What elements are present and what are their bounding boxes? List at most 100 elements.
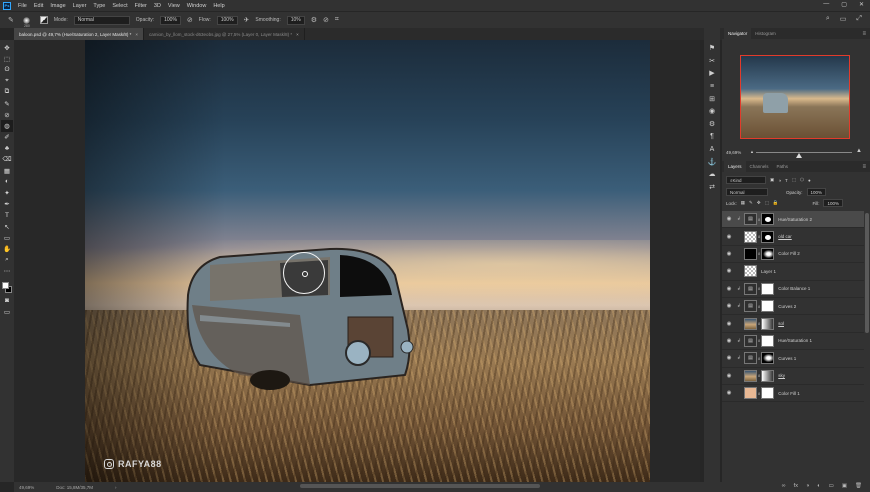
swatches-panel-icon[interactable]: ⊞ [709, 92, 715, 105]
mask-link-icon[interactable]: 8 [758, 251, 760, 256]
visibility-eye-icon[interactable]: ◉ [722, 303, 736, 309]
flow-field[interactable]: 100% [216, 15, 238, 25]
menu-help[interactable]: Help [213, 3, 224, 9]
navigator-thumbnail[interactable] [740, 55, 850, 139]
new-group-icon[interactable]: ▭ [829, 483, 834, 489]
menu-3d[interactable]: 3D [154, 3, 161, 9]
layer-thumbnail[interactable] [744, 265, 757, 278]
airbrush-icon[interactable]: ✈ [244, 16, 250, 24]
layer-filter-select[interactable]: ⌕ Kind [726, 176, 766, 184]
tab-paths[interactable]: Paths [773, 161, 793, 172]
smoothing-options-gear-icon[interactable]: ⚙ [311, 16, 317, 24]
filter-shape-icon[interactable]: ⬚ [792, 177, 796, 183]
dodge-tool-icon[interactable]: ✦ [1, 187, 13, 198]
menu-select[interactable]: Select [112, 3, 127, 9]
layer-thumbnail[interactable] [744, 230, 757, 243]
opacity-field[interactable]: 100% [160, 15, 181, 25]
hand-tool-icon[interactable]: ✋ [1, 243, 13, 254]
panel-menu-icon[interactable]: ≡ [862, 31, 866, 37]
mask-link-icon[interactable]: 8 [758, 286, 760, 291]
tab-baloon-psd[interactable]: baloon.psd @ 49,7% (Hue/Saturation 2, La… [14, 28, 145, 40]
layer-row[interactable]: ◉ 8 Color Fill 2 [722, 246, 864, 264]
layer-mask-thumbnail[interactable] [761, 317, 775, 330]
clone-stamp-tool-icon[interactable]: ✐ [1, 132, 13, 143]
layer-thumbnail[interactable]: ▤ [744, 334, 757, 347]
workspace-icon[interactable]: ▭ [840, 15, 847, 23]
menu-view[interactable]: View [168, 3, 180, 9]
layer-name[interactable]: old car [778, 234, 792, 239]
horizontal-scrollbar[interactable] [300, 484, 540, 488]
close-button[interactable]: ✕ [859, 1, 864, 8]
add-mask-icon[interactable]: ◑ [806, 483, 809, 489]
layer-mask-thumbnail[interactable] [761, 213, 775, 226]
libraries-panel-icon[interactable]: ☁ [709, 168, 716, 181]
layer-mask-thumbnail[interactable] [761, 352, 775, 365]
layer-row[interactable]: ◉ 8 Color Fill 1 [722, 385, 864, 403]
gradient-tool-icon[interactable]: ▦ [1, 165, 13, 176]
mode-select[interactable]: Normal [73, 15, 130, 25]
mask-link-icon[interactable]: 8 [758, 217, 760, 222]
lock-all-icon[interactable]: 🔒 [773, 200, 779, 206]
symmetry-icon[interactable]: ⌗ [335, 16, 339, 24]
brush-settings-icon[interactable] [39, 16, 48, 24]
filter-type-icon[interactable]: T [785, 178, 788, 183]
paragraph-panel-icon[interactable]: ¶ [710, 130, 714, 143]
actions-panel-icon[interactable]: ▶ [709, 67, 714, 80]
layer-name[interactable]: Hue/Saturation 1 [778, 338, 812, 343]
brush-preset-picker[interactable]: 280 [20, 14, 34, 28]
tab-camion-jpg[interactable]: camion_by_llom_stock-d63eobs.jpg @ 27,5%… [144, 28, 305, 40]
visibility-eye-icon[interactable]: ◉ [722, 321, 736, 327]
eraser-tool-icon[interactable]: ⌫ [1, 154, 13, 165]
pen-tool-icon[interactable]: ✒ [1, 199, 13, 210]
color-panel-icon[interactable]: ◉ [709, 105, 715, 118]
layer-name[interactable]: Color Fill 2 [778, 251, 800, 256]
layer-name[interactable]: Color Balance 1 [778, 286, 810, 291]
history-panel-icon[interactable]: ⚑ [709, 42, 715, 55]
lock-position-icon[interactable]: ✥ [757, 200, 761, 206]
tool-presets-icon[interactable]: ✂ [709, 55, 715, 68]
mask-link-icon[interactable]: 8 [758, 321, 760, 326]
new-layer-icon[interactable]: ▣ [842, 483, 847, 489]
close-tab-icon[interactable]: × [296, 32, 299, 37]
blur-tool-icon[interactable]: ◐ [1, 176, 13, 187]
status-menu-arrow[interactable]: › [115, 485, 117, 490]
clone-source-icon[interactable]: ⇄ [709, 181, 715, 194]
menu-window[interactable]: Window [187, 3, 207, 9]
menu-image[interactable]: Image [50, 3, 65, 9]
link-layers-icon[interactable]: ∞ [782, 483, 786, 489]
pressure-opacity-icon[interactable]: ⊘ [187, 16, 193, 24]
layers-scrollbar[interactable] [865, 213, 869, 333]
layer-row[interactable]: ◉ Layer 1 [722, 263, 864, 281]
menu-file[interactable]: File [18, 3, 27, 9]
color-swatches[interactable] [1, 281, 13, 295]
filter-adjustment-icon[interactable]: ◑ [778, 178, 781, 183]
menu-edit[interactable]: Edit [34, 3, 43, 9]
eyedropper-tool-icon[interactable]: ✎ [1, 98, 13, 109]
menu-filter[interactable]: Filter [135, 3, 147, 9]
history-brush-tool-icon[interactable]: ♣ [1, 143, 13, 154]
visibility-eye-icon[interactable]: ◉ [722, 373, 736, 379]
layer-thumbnail[interactable]: ▤ [744, 213, 757, 226]
visibility-eye-icon[interactable]: ◉ [722, 234, 736, 240]
type-tool-icon[interactable]: T [1, 210, 13, 221]
layer-row[interactable]: ◉ 8 sol [722, 315, 864, 333]
mask-link-icon[interactable]: 8 [758, 356, 760, 361]
more-tools-icon[interactable]: ⋯ [1, 266, 13, 277]
foreground-color[interactable] [2, 281, 9, 289]
layer-mask-thumbnail[interactable] [761, 282, 775, 295]
visibility-eye-icon[interactable]: ◉ [722, 286, 736, 292]
navigator-zoom-value[interactable]: 49,69% [726, 150, 741, 155]
properties-panel-icon[interactable]: ≡ [710, 80, 714, 93]
zoom-slider-handle[interactable] [796, 153, 803, 158]
layer-thumbnail[interactable] [744, 317, 757, 330]
layer-name[interactable]: sol [778, 321, 784, 326]
zoom-in-icon[interactable]: ▲ [856, 148, 862, 154]
lock-transparent-icon[interactable]: ▦ [741, 200, 745, 206]
delete-layer-icon[interactable]: 🗑 [855, 483, 862, 489]
layer-thumbnail[interactable]: ▤ [744, 282, 757, 295]
layer-mask-thumbnail[interactable] [761, 247, 775, 260]
layer-row[interactable]: ◉ ↲ ▤ 8 Color Balance 1 [722, 281, 864, 298]
layer-style-icon[interactable]: fx [794, 483, 798, 489]
layer-mask-thumbnail[interactable] [761, 369, 775, 382]
filter-smart-object-icon[interactable]: ⬡ [800, 177, 804, 183]
